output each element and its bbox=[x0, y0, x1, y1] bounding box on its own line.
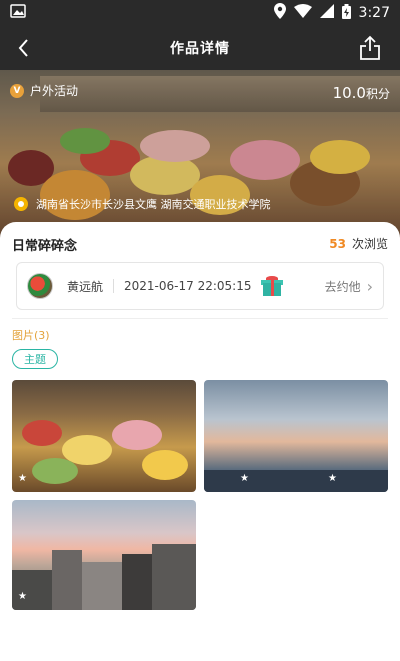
share-icon[interactable] bbox=[358, 35, 382, 61]
wifi-icon bbox=[293, 4, 312, 22]
activity-badge-icon: V bbox=[10, 83, 24, 98]
photo-thumbnail[interactable]: ★ bbox=[12, 500, 196, 610]
back-arrow-icon[interactable] bbox=[12, 35, 38, 61]
chevron-right-icon: › bbox=[366, 276, 373, 296]
building-decoration bbox=[12, 570, 52, 610]
building-decoration bbox=[52, 550, 82, 610]
theme-tag[interactable]: 主题 bbox=[12, 349, 58, 369]
image-notification-icon bbox=[10, 4, 26, 22]
author-row[interactable]: 黄远航 2021-06-17 22:05:15 去约他 › bbox=[16, 262, 384, 310]
gift-icon[interactable] bbox=[261, 276, 284, 296]
star-icon: ★ bbox=[240, 473, 249, 484]
views-count: 53 次浏览 bbox=[329, 235, 388, 252]
signal-icon bbox=[319, 4, 334, 22]
points-display: 10.0积分 bbox=[333, 84, 390, 102]
points-value: 10.0 bbox=[332, 84, 366, 102]
location-icon bbox=[273, 3, 286, 23]
building-decoration bbox=[82, 562, 122, 610]
location-row: 湖南省长沙市长沙县文鹰 湖南交通职业技术学院 bbox=[14, 196, 271, 212]
pictures-label: 图片(3) bbox=[12, 329, 50, 342]
post-title: 日常碎碎念 bbox=[12, 239, 78, 254]
divider bbox=[12, 318, 388, 319]
hills-decoration bbox=[204, 470, 388, 492]
building-decoration bbox=[122, 554, 152, 610]
hero-image: V 户外活动 10.0积分 湖南省长沙市长沙县文鹰 湖南交通职业技术学院 bbox=[0, 70, 400, 240]
bun-decoration bbox=[142, 450, 188, 480]
photo-thumbnail[interactable]: ★ ★ bbox=[204, 380, 388, 492]
divider bbox=[113, 279, 115, 293]
date-him-label: 去约他 bbox=[324, 279, 361, 294]
star-icon: ★ bbox=[328, 473, 337, 484]
post-time: 2021-06-17 22:05:15 bbox=[124, 279, 252, 293]
status-time: 3:27 bbox=[358, 5, 390, 21]
page-title: 作品详情 bbox=[170, 41, 230, 57]
points-unit: 积分 bbox=[365, 87, 390, 101]
status-bar: 3:27 bbox=[0, 0, 400, 26]
views-label: 次浏览 bbox=[351, 237, 388, 251]
avatar[interactable] bbox=[27, 273, 53, 299]
photo-thumbnail[interactable]: ★ bbox=[12, 380, 196, 492]
star-icon: ★ bbox=[18, 473, 27, 484]
bun-decoration bbox=[22, 420, 62, 446]
activity-label: 户外活动 bbox=[30, 84, 79, 98]
views-number: 53 bbox=[329, 237, 346, 251]
star-icon: ★ bbox=[18, 591, 27, 602]
battery-charging-icon bbox=[341, 3, 351, 23]
title-bar: 作品详情 bbox=[0, 26, 400, 70]
date-him-button[interactable]: 去约他 › bbox=[325, 277, 373, 296]
activity-tag: V 户外活动 bbox=[10, 82, 78, 99]
location-text: 湖南省长沙市长沙县文鹰 湖南交通职业技术学院 bbox=[36, 198, 271, 211]
content-card: 日常碎碎念 53 次浏览 黄远航 2021-06-17 22:05:15 去约他 … bbox=[0, 222, 400, 661]
bun-decoration bbox=[32, 458, 78, 484]
location-pin-icon bbox=[14, 197, 28, 211]
building-decoration bbox=[152, 544, 196, 610]
author-name: 黄远航 bbox=[67, 279, 104, 294]
bun-decoration bbox=[112, 420, 162, 450]
